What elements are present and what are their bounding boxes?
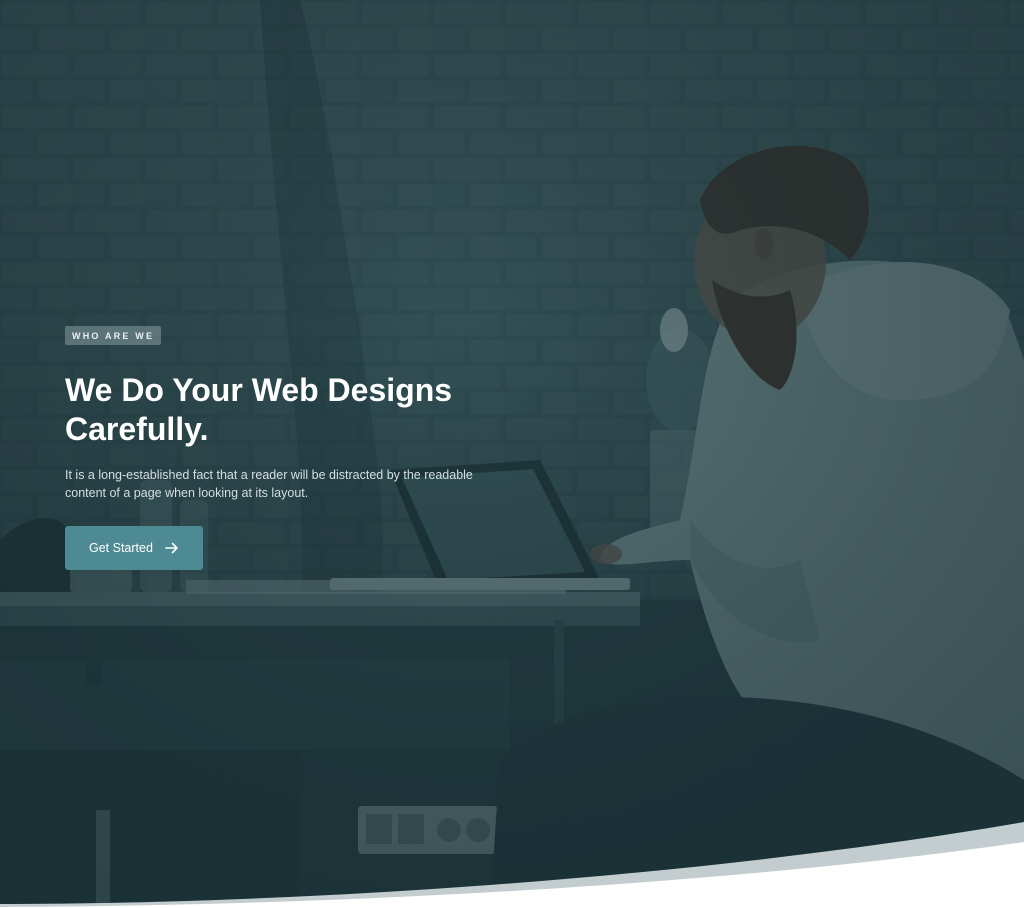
hero-section: WHO ARE WE We Do Your Web Designs Carefu… — [0, 0, 1024, 908]
get-started-button-label: Get Started — [89, 541, 153, 555]
hero-content: WHO ARE WE We Do Your Web Designs Carefu… — [65, 326, 535, 570]
hero-eyebrow-badge: WHO ARE WE — [65, 326, 162, 345]
hero-description: It is a long-established fact that a rea… — [65, 468, 473, 500]
hero-headline: We Do Your Web Designs Carefully. — [65, 372, 453, 447]
bottom-wave-divider — [0, 822, 1024, 908]
get-started-button[interactable]: Get Started — [65, 526, 203, 570]
arrow-right-icon — [165, 542, 178, 554]
